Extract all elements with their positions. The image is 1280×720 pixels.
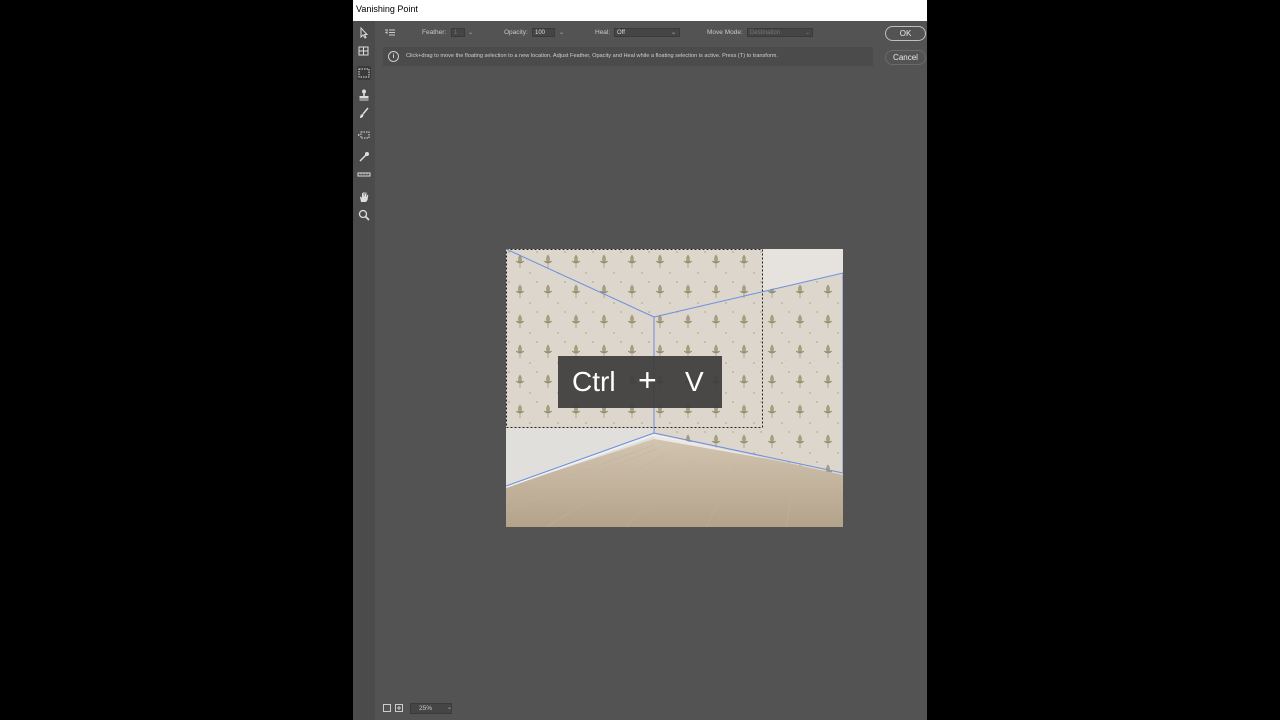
- info-text: Click+drag to move the floating selectio…: [406, 53, 779, 59]
- stamp-icon[interactable]: [357, 88, 371, 102]
- zoom-select[interactable]: 25%: [410, 703, 452, 714]
- zoom-icon[interactable]: [357, 208, 371, 222]
- opacity-label: Opacity:: [504, 29, 528, 36]
- v-key-label: V: [685, 366, 704, 397]
- chevron-down-icon: ⌄: [805, 30, 811, 36]
- options-menu-icon[interactable]: [385, 29, 395, 36]
- vanishing-point-dialog: Vanishing Point Feather: 1 ⌄ Opacity: 10…: [353, 0, 927, 720]
- marquee-tool[interactable]: [357, 66, 371, 80]
- shortcut-overlay: Ctrl + V: [558, 356, 722, 408]
- status-bar: 25% ⌄: [375, 700, 927, 720]
- ctrl-key-label: Ctrl: [572, 366, 616, 397]
- measure-icon[interactable]: [357, 168, 371, 182]
- cancel-button[interactable]: Cancel: [885, 50, 926, 65]
- tool-panel: [353, 21, 375, 720]
- zoom-out-icon[interactable]: [383, 704, 391, 712]
- info-icon: i: [388, 51, 399, 62]
- move-mode-label: Move Mode:: [707, 29, 743, 36]
- info-bar: i Click+drag to move the floating select…: [383, 47, 873, 66]
- chevron-down-icon[interactable]: ⌄: [559, 29, 564, 36]
- window-title: Vanishing Point: [356, 4, 418, 14]
- hand-icon[interactable]: [357, 190, 371, 204]
- create-plane-icon[interactable]: [357, 44, 371, 58]
- marquee-icon: [358, 68, 370, 78]
- feather-field[interactable]: 1: [451, 28, 465, 37]
- eyedropper-icon[interactable]: [357, 150, 371, 164]
- opacity-field[interactable]: 100: [532, 28, 555, 37]
- chevron-down-icon: ⌄: [671, 30, 677, 36]
- chevron-down-icon[interactable]: ⌄: [468, 29, 473, 36]
- move-mode-select[interactable]: Destination: [747, 28, 813, 37]
- ok-button[interactable]: OK: [885, 26, 926, 41]
- title-bar: Vanishing Point: [353, 0, 927, 21]
- chevron-down-icon[interactable]: ⌄: [447, 704, 452, 711]
- heal-label: Heal:: [595, 29, 611, 36]
- zoom-value: 25%: [419, 705, 433, 712]
- feather-label: Feather:: [422, 29, 447, 36]
- brush-icon[interactable]: [357, 106, 371, 120]
- edit-plane-icon[interactable]: [357, 26, 371, 40]
- options-bar: Feather: 1 ⌄ Opacity: 100 ⌄ Heal: Off ⌄ …: [353, 21, 927, 45]
- plus-sign: +: [638, 362, 657, 398]
- transform-icon[interactable]: [357, 128, 371, 142]
- zoom-in-icon[interactable]: [395, 704, 403, 712]
